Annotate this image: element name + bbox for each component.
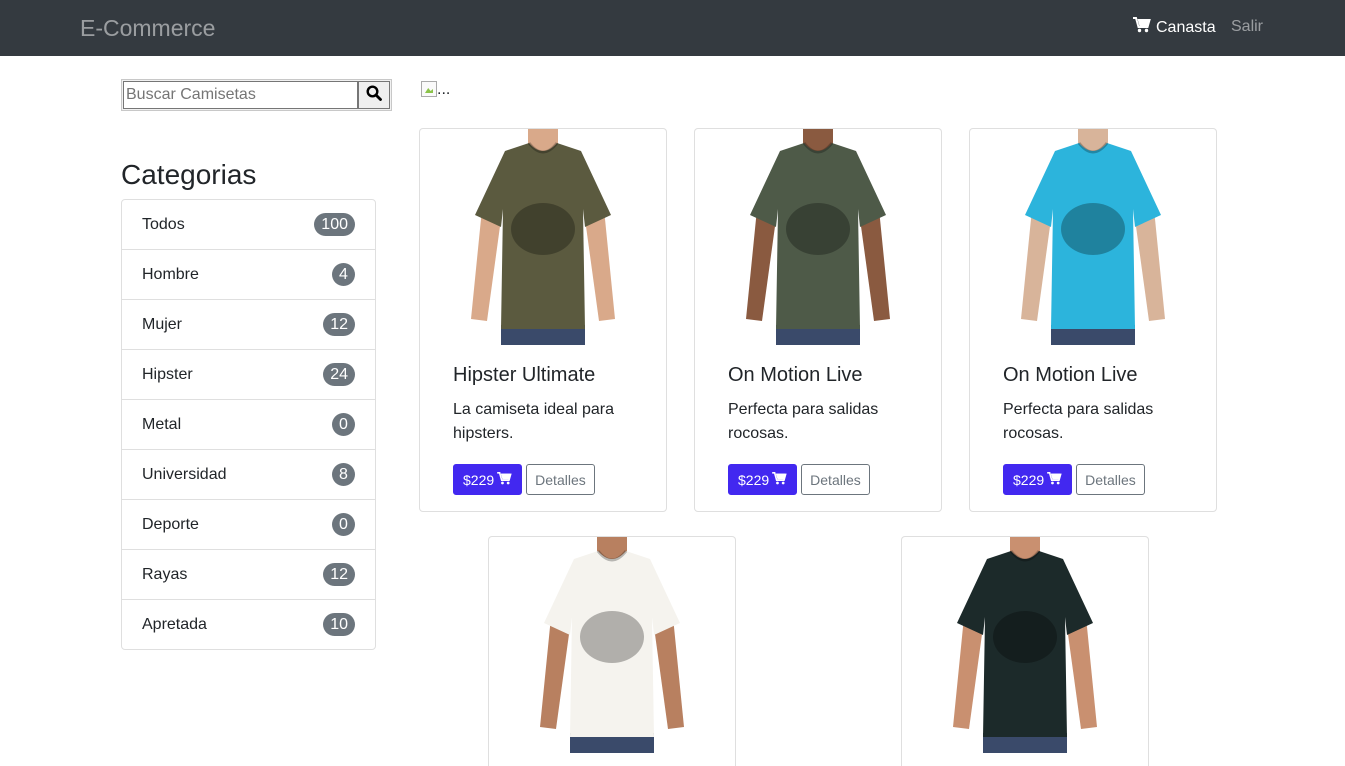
product-title: On Motion Live <box>1003 364 1138 386</box>
category-item-rayas[interactable]: Rayas 12 <box>122 550 375 600</box>
product-image[interactable] <box>504 537 720 753</box>
categories-list: Todos 100 Hombre 4 Mujer 12 Hipster 24 Metal… <box>121 199 376 650</box>
category-label: Hipster <box>142 365 193 383</box>
category-label: Universidad <box>142 465 227 483</box>
details-button[interactable]: Detalles <box>526 464 595 495</box>
category-item-universidad[interactable]: Universidad 8 <box>122 450 375 500</box>
brand-link[interactable]: E-Commerce <box>80 13 215 43</box>
category-item-hombre[interactable]: Hombre 4 <box>122 250 375 300</box>
search-icon <box>366 84 383 106</box>
logout-link[interactable]: Salir <box>1231 17 1263 37</box>
banner-image: ... <box>421 81 450 99</box>
category-label: Metal <box>142 415 182 433</box>
category-item-deporte[interactable]: Deporte 0 <box>122 500 375 550</box>
category-item-hipster[interactable]: Hipster 24 <box>122 350 375 400</box>
product-title: On Motion Live <box>728 364 863 386</box>
category-count-badge: 8 <box>332 463 355 486</box>
add-to-cart-button[interactable]: $229 <box>1003 464 1073 495</box>
categories-title: Categorias <box>121 159 257 190</box>
product-price: $229 <box>1013 471 1045 488</box>
cart-link[interactable]: Canasta <box>1133 17 1216 39</box>
category-count-badge: 24 <box>323 363 355 386</box>
product-card <box>488 536 736 766</box>
category-label: Apretada <box>142 615 207 633</box>
category-label: Rayas <box>142 565 188 583</box>
product-price: $229 <box>738 471 770 488</box>
category-count-badge: 4 <box>332 263 355 286</box>
product-image[interactable] <box>985 129 1201 345</box>
category-item-apretada[interactable]: Apretada 10 <box>122 600 375 649</box>
broken-image-icon <box>421 81 437 97</box>
cart-icon <box>497 471 512 488</box>
category-item-mujer[interactable]: Mujer 12 <box>122 300 375 350</box>
category-label: Todos <box>142 215 185 233</box>
category-label: Mujer <box>142 315 183 333</box>
product-title: Hipster Ultimate <box>453 364 596 386</box>
product-description: Perfecta para salidas rocosas. <box>1003 401 1154 442</box>
category-count-badge: 12 <box>323 563 355 586</box>
category-label: Hombre <box>142 265 199 283</box>
product-description: La camiseta ideal para hipsters. <box>453 401 614 442</box>
cart-label: Canasta <box>1156 19 1216 36</box>
category-count-badge: 0 <box>332 413 355 436</box>
search-button[interactable] <box>358 81 390 109</box>
category-count-badge: 10 <box>323 613 355 636</box>
category-item-todos[interactable]: Todos 100 <box>122 200 375 250</box>
category-count-badge: 100 <box>314 213 355 236</box>
search-input[interactable] <box>123 81 359 109</box>
product-image[interactable] <box>435 129 651 345</box>
cart-icon <box>1047 471 1062 488</box>
product-price: $229 <box>463 471 495 488</box>
add-to-cart-button[interactable]: $229 <box>453 464 523 495</box>
add-to-cart-button[interactable]: $229 <box>728 464 798 495</box>
category-label: Deporte <box>142 515 199 533</box>
product-card: On Motion Live Perfecta para salidas roc… <box>969 128 1217 512</box>
category-item-metal[interactable]: Metal 0 <box>122 400 375 450</box>
details-button[interactable]: Detalles <box>1076 464 1145 495</box>
category-count-badge: 0 <box>332 513 355 536</box>
cart-icon <box>772 471 787 488</box>
product-card: On Motion Live Perfecta para salidas roc… <box>694 128 942 512</box>
search-form <box>121 79 392 111</box>
product-card: Hipster Ultimate La camiseta ideal para … <box>419 128 667 512</box>
banner-alt-text: ... <box>437 81 451 98</box>
product-card <box>901 536 1149 766</box>
product-description: Perfecta para salidas rocosas. <box>728 401 879 442</box>
navbar: E-Commerce Canasta Salir <box>0 0 1345 56</box>
category-count-badge: 12 <box>323 313 355 336</box>
product-image[interactable] <box>710 129 926 345</box>
cart-icon <box>1133 17 1151 39</box>
product-image[interactable] <box>917 537 1133 753</box>
details-button[interactable]: Detalles <box>801 464 870 495</box>
